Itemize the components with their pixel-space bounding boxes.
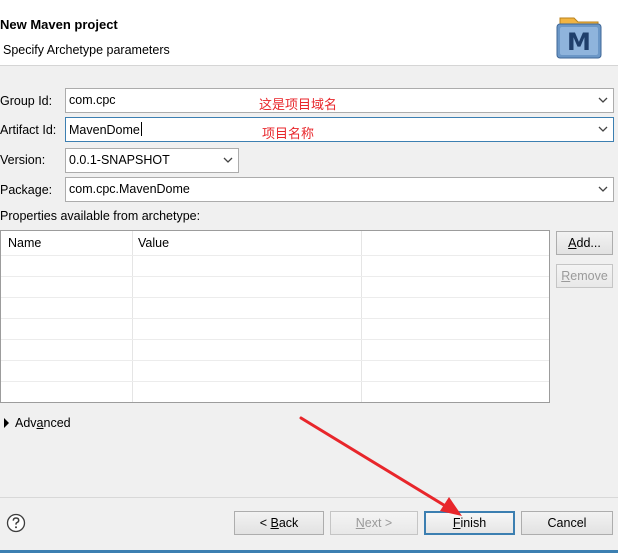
artifact-id-combo[interactable]: MavenDome [65, 117, 614, 142]
next-button[interactable]: Next > [330, 511, 418, 535]
wizard-title: New Maven project [0, 17, 118, 32]
chevron-down-icon[interactable] [596, 182, 610, 196]
back-button[interactable]: < Back [234, 511, 324, 535]
text-caret [140, 122, 142, 136]
chevron-down-icon[interactable] [596, 122, 610, 136]
group-id-value[interactable]: com.cpc [69, 93, 116, 107]
finish-button[interactable]: Finish [424, 511, 515, 535]
remove-property-button[interactable]: Remove [556, 264, 613, 288]
expand-triangle-icon[interactable] [4, 418, 9, 428]
row-divider [1, 276, 549, 277]
wizard-header: New Maven project Specify Archetype para… [0, 0, 618, 66]
artifact-id-value[interactable]: MavenDome [69, 123, 140, 137]
row-divider [1, 318, 549, 319]
add-property-button[interactable]: Add... [556, 231, 613, 255]
row-divider [1, 255, 549, 256]
package-value[interactable]: com.cpc.MavenDome [69, 182, 190, 196]
package-label: Package: [0, 183, 53, 197]
properties-table[interactable]: Name Value [0, 230, 550, 403]
table-header: Name Value [1, 231, 549, 255]
column-header-name[interactable]: Name [8, 236, 41, 250]
row-divider [1, 360, 549, 361]
column-header-value[interactable]: Value [138, 236, 169, 250]
group-id-label: Group Id: [0, 94, 53, 108]
advanced-label[interactable]: Advanced [15, 416, 71, 430]
logo-letter: M [567, 28, 591, 56]
artifact-id-label: Artifact Id: [0, 123, 57, 137]
row-divider [1, 297, 549, 298]
artifact-id-value-wrap[interactable]: MavenDome [69, 122, 142, 137]
column-divider [361, 231, 362, 402]
group-id-annotation: 这是项目域名 [259, 97, 338, 112]
package-combo[interactable]: com.cpc.MavenDome [65, 177, 614, 202]
chevron-down-icon[interactable] [221, 153, 235, 167]
chevron-down-icon[interactable] [596, 93, 610, 107]
artifact-id-annotation: 项目名称 [262, 126, 315, 141]
wizard-subtitle: Specify Archetype parameters [3, 43, 170, 57]
help-icon[interactable] [6, 513, 26, 533]
row-divider [1, 339, 549, 340]
properties-label: Properties available from archetype: [0, 209, 201, 223]
version-combo[interactable]: 0.0.1-SNAPSHOT [65, 148, 239, 173]
maven-logo-icon: M [556, 17, 602, 59]
row-divider [1, 381, 549, 382]
version-label: Version: [0, 153, 46, 167]
version-value[interactable]: 0.0.1-SNAPSHOT [69, 153, 170, 167]
cancel-button[interactable]: Cancel [521, 511, 613, 535]
group-id-combo[interactable]: com.cpc [65, 88, 614, 113]
footer-divider [0, 497, 618, 498]
column-divider [132, 231, 133, 402]
